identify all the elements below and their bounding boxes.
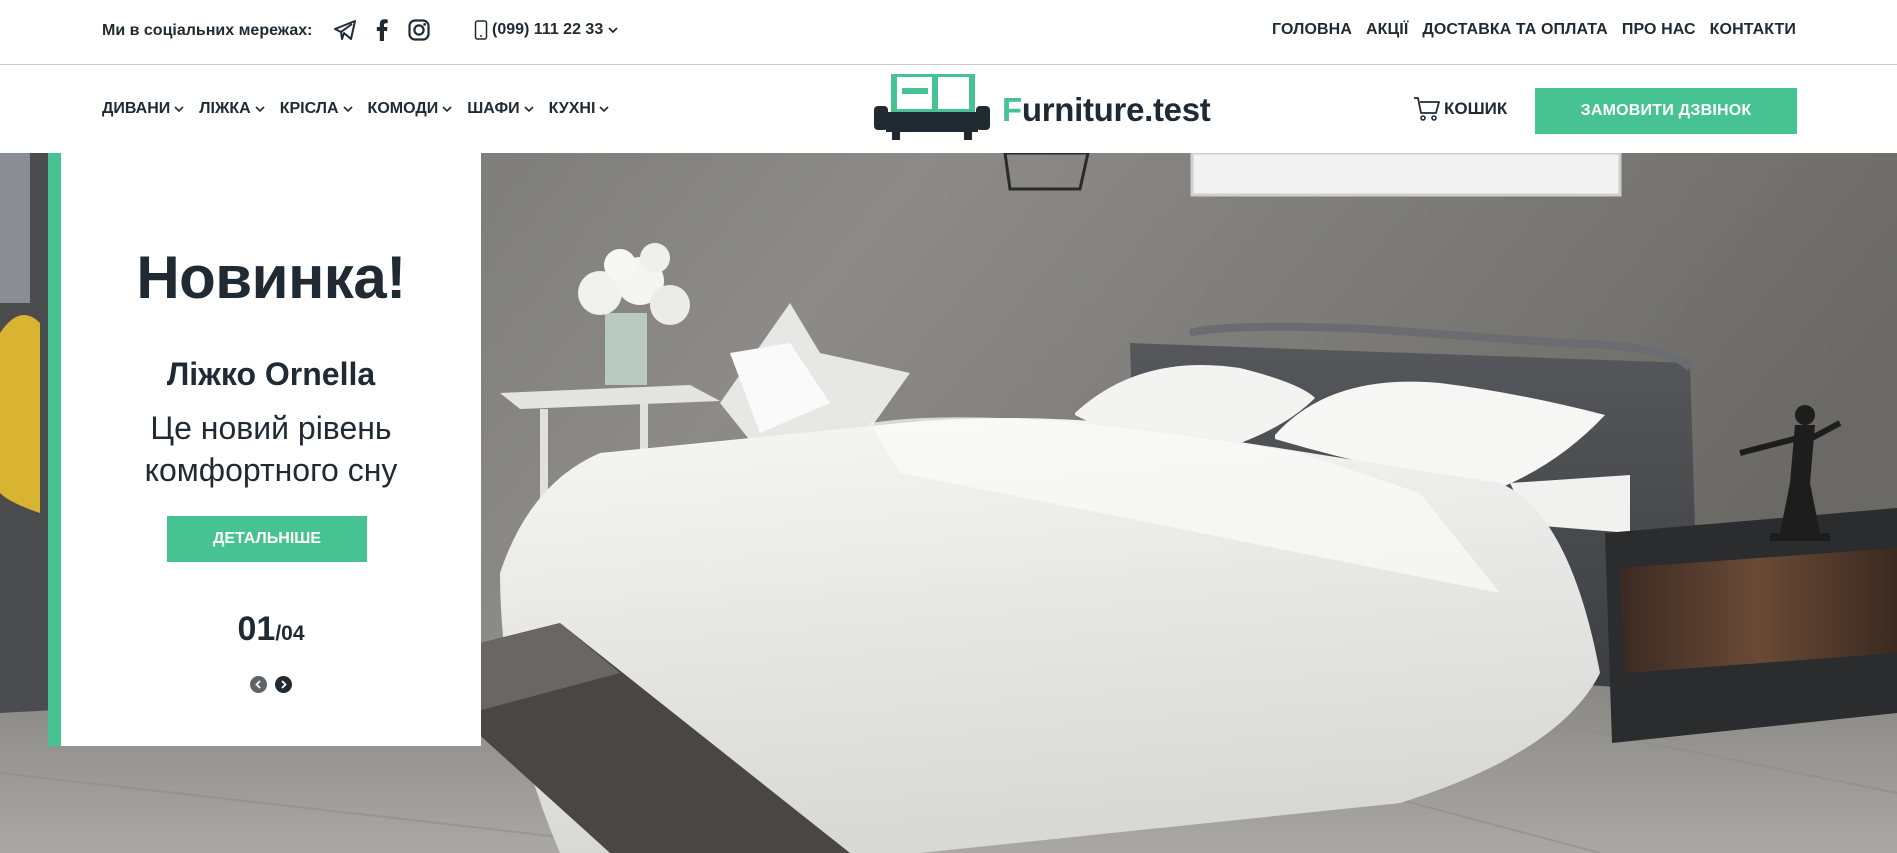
- slide-description: Це новий рівень комфортного сну: [144, 410, 398, 488]
- category-sofas[interactable]: ДИВАНИ: [102, 100, 185, 118]
- category-label: ДИВАНИ: [102, 100, 171, 117]
- social-label: Ми в соціальних мережах:: [102, 22, 313, 39]
- slide-title: Ліжко Ornella: [166, 356, 376, 392]
- category-beds[interactable]: ЛІЖКА: [199, 100, 265, 118]
- instagram-icon[interactable]: [407, 18, 431, 42]
- category-label: КУХНІ: [548, 100, 596, 117]
- nav-contacts[interactable]: КОНТАКТИ: [1710, 21, 1796, 39]
- details-button[interactable]: ДЕТАЛЬНІШЕ: [167, 516, 367, 562]
- top-nav: ГОЛОВНА АКЦІЇ ДОСТАВКА ТА ОПЛАТА ПРО НАС…: [1272, 21, 1796, 39]
- logo-first-letter: F: [1002, 91, 1022, 128]
- category-label: КОМОДИ: [367, 100, 439, 117]
- slide-arrows: [61, 676, 481, 693]
- cart-link[interactable]: КОШИК: [1413, 96, 1507, 122]
- chevron-down-icon: [599, 106, 609, 113]
- slide-total: /04: [275, 622, 305, 645]
- phone-dropdown[interactable]: (099) 111 22 33: [474, 20, 619, 40]
- category-wardrobes[interactable]: ШАФИ: [467, 100, 534, 118]
- chevron-down-icon: [342, 106, 353, 113]
- slide-badge: Новинка!: [136, 244, 406, 311]
- category-dressers[interactable]: КОМОДИ: [368, 100, 454, 118]
- nav-delivery-payment[interactable]: ДОСТАВКА ТА ОПЛАТА: [1422, 21, 1607, 39]
- nav-about[interactable]: ПРО НАС: [1622, 21, 1696, 39]
- chevron-down-icon: [524, 106, 534, 113]
- slide-current: 01: [237, 610, 276, 648]
- category-kitchens[interactable]: КУХНІ: [549, 100, 611, 118]
- main-header: ДИВАНИ ЛІЖКА КРІСЛА КОМОДИ ШАФИ КУХНІ Fu…: [0, 66, 1897, 153]
- chevron-left-icon: [255, 680, 261, 689]
- category-nav: ДИВАНИ ЛІЖКА КРІСЛА КОМОДИ ШАФИ КУХНІ: [102, 100, 610, 118]
- order-call-button[interactable]: ЗАМОВИТИ ДЗВІНОК: [1535, 88, 1797, 134]
- category-label: ШАФИ: [467, 100, 520, 117]
- category-label: ЛІЖКА: [199, 100, 251, 117]
- top-bar: Ми в соціальних мережах: (099) 111 22 33…: [0, 0, 1897, 65]
- slide-card: Новинка! Ліжко Ornella Це новий рівень к…: [48, 153, 481, 746]
- chevron-down-icon: [255, 106, 265, 113]
- prev-slide-button[interactable]: [250, 676, 267, 693]
- telegram-icon[interactable]: [333, 18, 357, 42]
- nav-promotions[interactable]: АКЦІЇ: [1366, 21, 1408, 39]
- logo-rest: urniture.test: [1021, 91, 1211, 128]
- chevron-down-icon: [608, 27, 618, 34]
- phone-icon: [474, 20, 488, 40]
- facebook-icon[interactable]: [370, 18, 394, 42]
- nav-home[interactable]: ГОЛОВНА: [1272, 21, 1352, 39]
- logo-text: Furniture.test: [1002, 91, 1211, 129]
- cart-label: КОШИК: [1444, 99, 1508, 118]
- category-armchairs[interactable]: КРІСЛА: [280, 100, 354, 118]
- chevron-down-icon: [442, 106, 452, 113]
- next-slide-button[interactable]: [275, 676, 292, 693]
- cart-icon: [1414, 97, 1440, 121]
- site-logo[interactable]: Furniture.test: [872, 74, 1211, 146]
- chevron-down-icon: [174, 106, 184, 113]
- phone-number: (099) 111 22 33: [492, 21, 604, 38]
- sofa-logo-icon: [874, 74, 990, 140]
- chevron-right-icon: [281, 680, 287, 689]
- category-label: КРІСЛА: [279, 100, 339, 117]
- slide-counter: 01/04: [61, 610, 481, 649]
